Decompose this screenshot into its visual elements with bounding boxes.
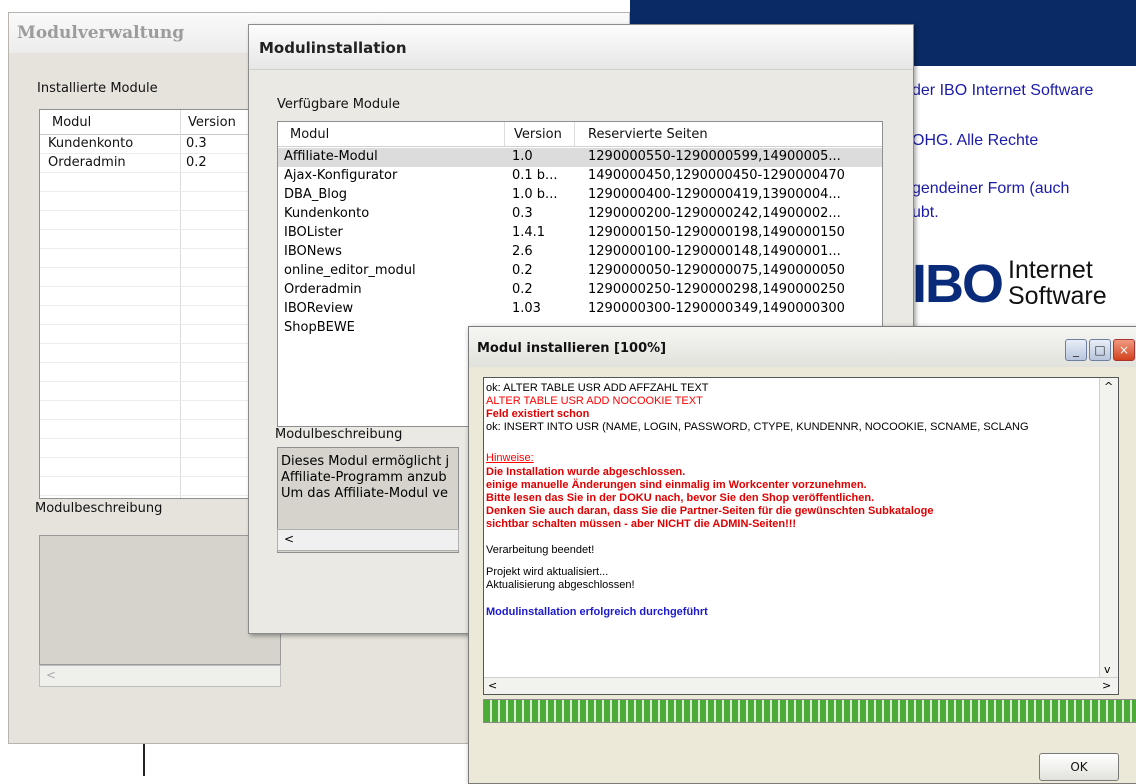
table-row[interactable]: Kundenkonto 0.3 1290000200-1290000242,1490…: [278, 205, 882, 224]
column-header-seiten[interactable]: Reservierte Seiten: [588, 127, 708, 142]
log-line: Feld existiert schon: [486, 408, 590, 420]
scroll-left-icon[interactable]: <: [46, 668, 56, 682]
scroll-down-icon[interactable]: v: [1104, 663, 1111, 676]
table-row[interactable]: IBOReview 1.03 1290000300-1290000349,14900…: [278, 300, 882, 319]
available-modules-label: Verfügbare Module: [277, 97, 400, 112]
table-row[interactable]: Affiliate-Modul 1.0 1290000550-1290000599,…: [278, 148, 882, 167]
log-line: Bitte lesen das Sie in der DOKU nach, be…: [486, 492, 875, 504]
background-text-line: gendeiner Form (auch: [912, 180, 1070, 197]
ok-button[interactable]: OK: [1039, 753, 1119, 781]
log-line: ok: ALTER TABLE USR ADD AFFZAHL TEXT: [486, 382, 709, 394]
modulbeschreibung-label: Modulbeschreibung: [35, 501, 163, 516]
table-row[interactable]: online_editor_modul 0.2 1290000050-1290000…: [278, 262, 882, 281]
log-line: einige manuelle Änderungen sind einmalig…: [486, 479, 867, 491]
column-header-version[interactable]: Version: [188, 115, 236, 130]
modulinstallation-titlebar[interactable]: Modulinstallation: [249, 25, 913, 70]
list-header: Modul Version: [40, 110, 280, 135]
horizontal-scrollbar[interactable]: < >: [484, 677, 1118, 694]
table-row[interactable]: DBA_Blog 1.0 b... 1290000400-1290000419,13…: [278, 186, 882, 205]
maximize-icon[interactable]: □: [1089, 339, 1111, 361]
list-item[interactable]: Kundenkonto 0.3: [40, 135, 280, 154]
table-row[interactable]: IBOLister 1.4.1 1290000150-1290000198,1490…: [278, 224, 882, 243]
log-line: Projekt wird aktualisiert...: [486, 566, 609, 578]
column-header-modul[interactable]: Modul: [52, 115, 91, 130]
scroll-left-icon[interactable]: <: [488, 679, 497, 692]
log-line: Modulinstallation erfolgreich durchgefüh…: [486, 606, 708, 618]
log-line: Denken Sie auch daran, dass Sie die Part…: [486, 505, 934, 517]
window-title: Modulverwaltung: [17, 23, 185, 43]
divider-line: [143, 740, 145, 776]
list-header: Modul Version Reservierte Seiten: [278, 122, 882, 147]
installed-modules-list[interactable]: Modul Version Kundenkonto 0.3 Orderadmin…: [39, 109, 281, 499]
vertical-scrollbar[interactable]: ^ v: [1099, 378, 1118, 678]
horizontal-scrollbar[interactable]: <: [39, 665, 281, 687]
background-text-line: OHG. Alle Rechte: [912, 132, 1039, 149]
log-line: Aktualisierung abgeschlossen!: [486, 579, 635, 591]
log-line: Verarbeitung beendet!: [486, 544, 595, 556]
window-title: Modulinstallation: [259, 39, 407, 57]
log-line: ok: INSERT INTO USR (NAME, LOGIN, PASSWO…: [486, 421, 1029, 433]
log-line: ALTER TABLE USR ADD NOCOOKIE TEXT: [486, 395, 703, 407]
table-row[interactable]: Ajax-Konfigurator 0.1 b... 1490000450,1290…: [278, 167, 882, 186]
installed-modules-label: Installierte Module: [37, 81, 158, 96]
modulbeschreibung-label: Modulbeschreibung: [275, 427, 403, 442]
ibo-logo: IBO Internet Software: [912, 254, 1107, 314]
scroll-left-icon[interactable]: <: [284, 532, 294, 546]
column-header-version[interactable]: Version: [514, 127, 562, 142]
module-description-box[interactable]: [39, 535, 281, 665]
close-icon[interactable]: ×: [1113, 339, 1135, 361]
scroll-up-icon[interactable]: ^: [1104, 380, 1113, 393]
table-row[interactable]: IBONews 2.6 1290000100-1290000148,14900001…: [278, 243, 882, 262]
dialog-titlebar[interactable]: Modul installieren [100%] _ □ ×: [469, 327, 1136, 367]
dialog-title: Modul installieren [100%]: [477, 341, 667, 356]
log-line: Hinweise:: [486, 452, 534, 464]
install-progress-bar: [483, 699, 1136, 723]
installation-log[interactable]: ok: ALTER TABLE USR ADD AFFZAHL TEXT ALTE…: [483, 377, 1119, 695]
horizontal-scrollbar[interactable]: <: [277, 529, 459, 551]
log-line: Die Installation wurde abgeschlossen.: [486, 466, 686, 478]
log-line: sichtbar schalten müssen - aber NICHT di…: [486, 518, 797, 530]
modul-installieren-dialog: Modul installieren [100%] _ □ × ok: ALTE…: [468, 326, 1136, 784]
column-header-modul[interactable]: Modul: [290, 127, 329, 142]
background-text-line: der IBO Internet Software: [912, 82, 1094, 99]
table-row[interactable]: Orderadmin 0.2 1290000250-1290000298,14900…: [278, 281, 882, 300]
minimize-icon[interactable]: _: [1065, 339, 1087, 361]
list-item[interactable]: Orderadmin 0.2: [40, 154, 280, 173]
background-text-line: ubt.: [912, 204, 939, 221]
scroll-right-icon[interactable]: >: [1102, 679, 1111, 692]
